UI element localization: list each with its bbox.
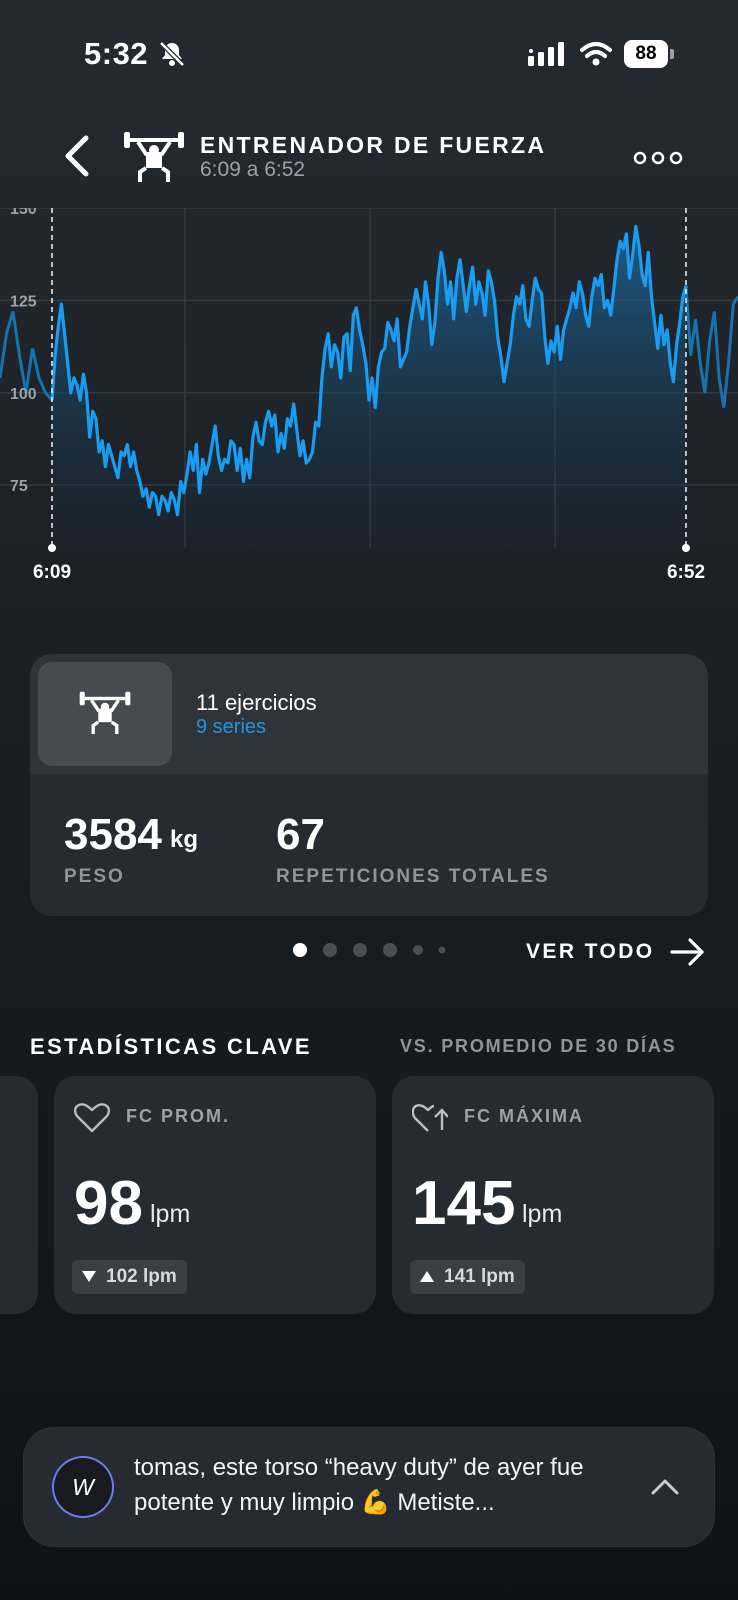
coach-message-text: tomas, este torso “heavy duty” de ayer f… bbox=[134, 1454, 584, 1516]
battery-indicator: 88 bbox=[624, 40, 674, 68]
exercise-summary[interactable]: 11 ejercicios 9 series bbox=[30, 654, 708, 774]
weight-value: 3584 bbox=[64, 810, 162, 859]
triangle-up-icon bbox=[420, 1271, 434, 1282]
wifi-icon bbox=[580, 42, 612, 66]
time-marker-label-start: 6:09 bbox=[33, 562, 71, 583]
status-time: 5:32 bbox=[84, 36, 149, 71]
exercise-thumbnail bbox=[38, 662, 172, 766]
page-dot[interactable] bbox=[413, 945, 423, 955]
weight-unit: kg bbox=[170, 826, 199, 853]
avg-hr-unit: lpm bbox=[150, 1200, 191, 1228]
weightlifting-icon bbox=[79, 691, 131, 734]
time-marker-label-end: 6:52 bbox=[667, 562, 705, 583]
avg-hr-comparison-badge: 102 lpm bbox=[72, 1260, 187, 1294]
back-arrow-icon[interactable] bbox=[60, 132, 94, 180]
heart-up-icon bbox=[412, 1104, 448, 1132]
triangle-down-icon bbox=[82, 1271, 96, 1282]
stat-card-max-hr[interactable]: FC MÁXIMA 145 lpm 141 lpm bbox=[392, 1076, 714, 1314]
avg-hr-comparison-value: 102 lpm bbox=[106, 1266, 177, 1287]
key-stats-comparison: VS. PROMEDIO DE 30 DÍAS bbox=[400, 1036, 677, 1056]
cell-signal-icon bbox=[528, 42, 564, 66]
max-hr-label: FC MÁXIMA bbox=[464, 1106, 584, 1126]
page-dot[interactable] bbox=[323, 943, 337, 957]
max-hr-comparison-badge: 141 lpm bbox=[410, 1260, 525, 1294]
coach-logo-text: W bbox=[72, 1474, 94, 1500]
battery-level: 88 bbox=[624, 40, 668, 68]
weight-label: PESO bbox=[64, 866, 125, 887]
page-dot[interactable] bbox=[438, 946, 446, 954]
y-tick-label: 100 bbox=[10, 386, 37, 403]
time-marker-dot-start bbox=[48, 544, 56, 552]
coach-logo: W bbox=[54, 1458, 112, 1516]
y-tick-label: 125 bbox=[10, 293, 37, 310]
stat-card-avg-hr[interactable]: FC PROM. 98 lpm 102 lpm bbox=[54, 1076, 376, 1314]
workout-time-range: 6:09 a 6:52 bbox=[200, 158, 306, 181]
battery-tip bbox=[670, 49, 674, 59]
series-count-link[interactable]: 9 series bbox=[196, 716, 266, 739]
heart-rate-line-after bbox=[684, 285, 738, 408]
bell-muted-icon bbox=[159, 41, 185, 67]
key-stats-title: ESTADÍSTICAS CLAVE bbox=[30, 1034, 312, 1059]
heart-icon bbox=[74, 1103, 110, 1133]
heart-rate-chart: 150 125 100 75 6:09 6:52 bbox=[0, 208, 738, 583]
max-hr-value: 145 bbox=[412, 1169, 516, 1238]
chevron-up-icon[interactable] bbox=[650, 1476, 680, 1496]
stat-card-previous[interactable] bbox=[0, 1076, 38, 1314]
reps-value: 67 bbox=[276, 810, 325, 859]
workout-summary-card[interactable]: 11 ejercicios 9 series 3584 kg PESO 67 R… bbox=[30, 654, 708, 916]
reps-label: REPETICIONES TOTALES bbox=[276, 866, 550, 887]
workout-title: ENTRENADOR DE FUERZA bbox=[200, 132, 547, 158]
time-marker-dot-end bbox=[682, 544, 690, 552]
y-tick-label: 150 bbox=[10, 208, 37, 218]
max-hr-unit: lpm bbox=[522, 1200, 563, 1228]
weightlifting-icon bbox=[124, 132, 184, 182]
avg-hr-label: FC PROM. bbox=[126, 1106, 230, 1126]
coach-message-banner[interactable]: W tomas, este torso “heavy duty” de ayer… bbox=[24, 1428, 714, 1546]
more-options-icon[interactable] bbox=[632, 150, 684, 166]
arrow-right-icon[interactable] bbox=[670, 936, 706, 968]
view-all-link[interactable]: VER TODO bbox=[526, 940, 655, 964]
page-dot[interactable] bbox=[383, 943, 397, 957]
y-tick-label: 75 bbox=[10, 478, 28, 495]
exercise-count: 11 ejercicios bbox=[196, 690, 317, 715]
max-hr-comparison-value: 141 lpm bbox=[444, 1266, 515, 1287]
page-indicator[interactable] bbox=[292, 940, 452, 960]
avg-hr-value: 98 bbox=[74, 1169, 143, 1238]
page-dot[interactable] bbox=[353, 943, 367, 957]
page-dot-active[interactable] bbox=[293, 943, 307, 957]
